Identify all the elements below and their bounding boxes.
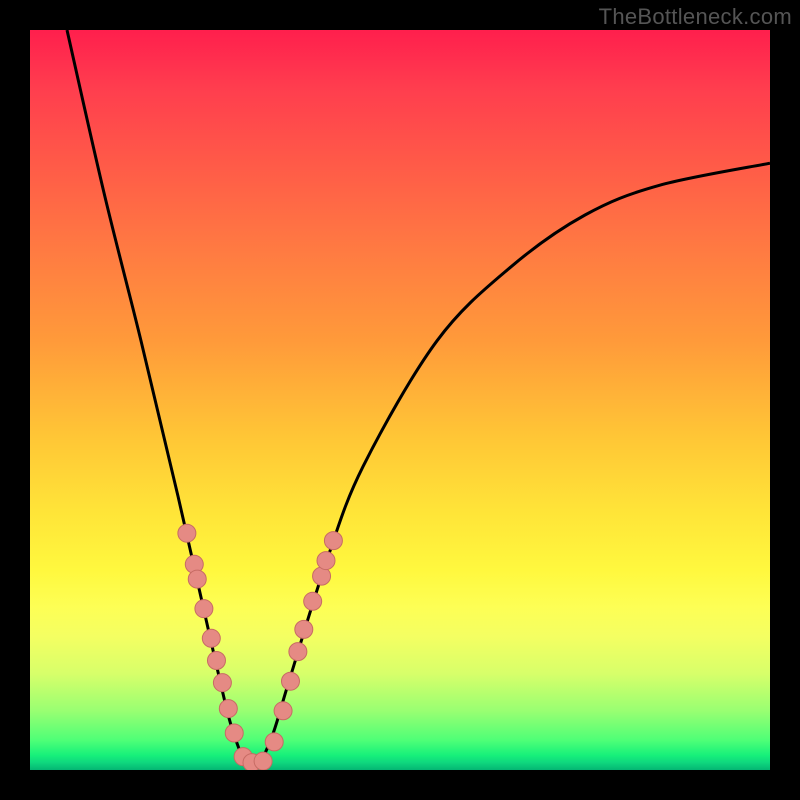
- data-marker: [304, 592, 322, 610]
- marker-group: [178, 524, 343, 770]
- data-marker: [289, 643, 307, 661]
- data-marker: [295, 620, 313, 638]
- data-marker: [317, 552, 335, 570]
- data-marker: [265, 733, 283, 751]
- data-marker: [207, 651, 225, 669]
- chart-frame: TheBottleneck.com: [0, 0, 800, 800]
- data-marker: [195, 600, 213, 618]
- chart-svg: [30, 30, 770, 770]
- data-marker: [188, 570, 206, 588]
- watermark-text: TheBottleneck.com: [599, 4, 792, 30]
- data-marker: [202, 629, 220, 647]
- data-marker: [225, 724, 243, 742]
- data-marker: [213, 674, 231, 692]
- curve-path: [67, 30, 770, 770]
- data-marker: [281, 672, 299, 690]
- data-marker: [274, 702, 292, 720]
- data-marker: [324, 532, 342, 550]
- data-marker: [178, 524, 196, 542]
- data-marker: [254, 752, 272, 770]
- data-marker: [219, 700, 237, 718]
- plot-area: [30, 30, 770, 770]
